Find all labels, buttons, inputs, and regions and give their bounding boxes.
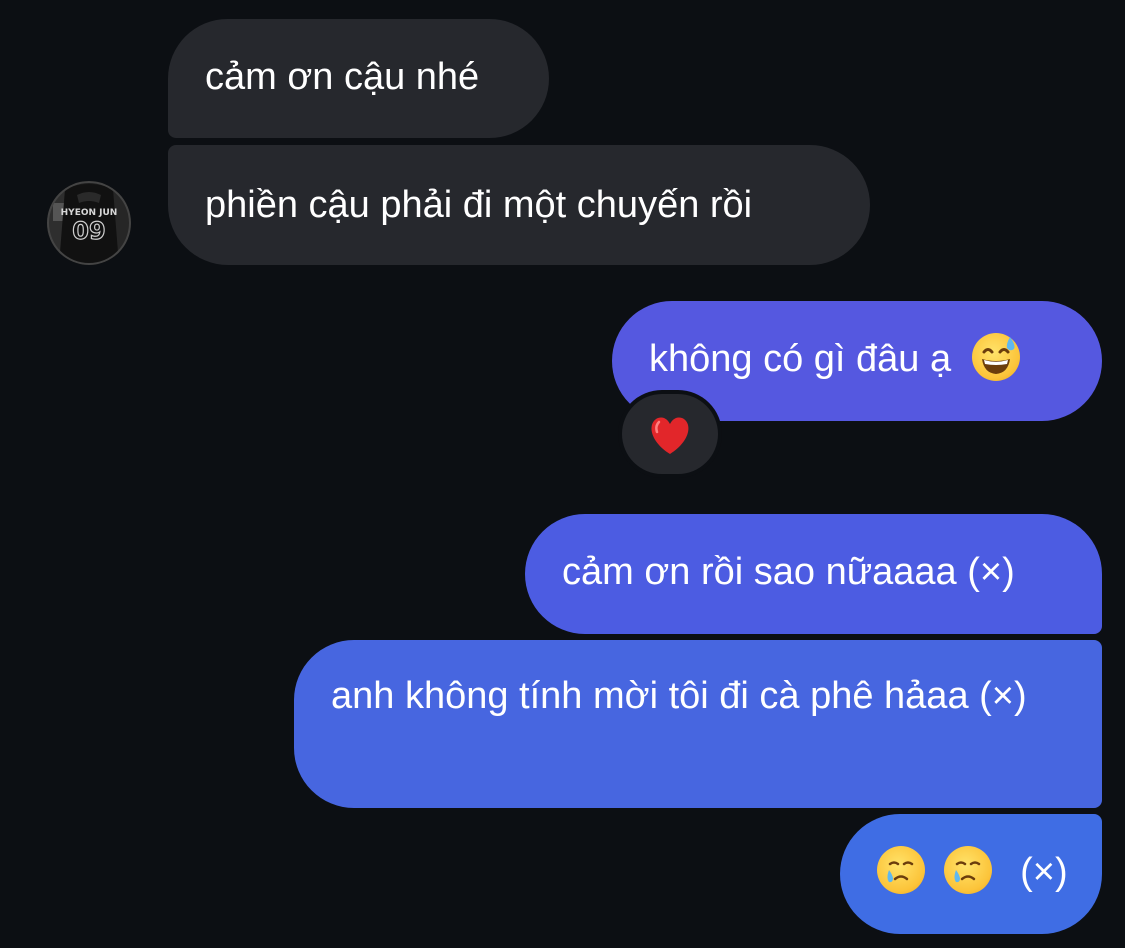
message-reaction[interactable] xyxy=(622,394,718,474)
message-text: anh không tính mời tôi đi cà phê hảaa (×… xyxy=(331,675,1027,717)
avatar-ring xyxy=(47,181,131,265)
message-text: không có gì đâu ạ xyxy=(649,338,952,380)
red-heart-icon xyxy=(651,417,689,454)
avatar[interactable]: HYEON JUN 09 xyxy=(47,181,131,265)
outgoing-message-bubble[interactable]: cảm ơn rồi sao nữaaaa (×) xyxy=(525,514,1102,634)
chat-thread: cảm ơn cậu nhé phiền cậu phải đi một chu… xyxy=(0,0,1125,948)
message-text: (×) xyxy=(1020,851,1068,893)
message-text: phiền cậu phải đi một chuyến rồi xyxy=(205,184,753,226)
message-text: cảm ơn cậu nhé xyxy=(205,56,480,98)
grinning-face-with-sweat-icon xyxy=(971,333,1020,381)
face-holding-back-tears-icon xyxy=(943,846,992,894)
face-holding-back-tears-icon xyxy=(877,846,925,894)
outgoing-message-bubble[interactable]: (×) xyxy=(840,814,1102,934)
incoming-message-bubble[interactable]: phiền cậu phải đi một chuyến rồi xyxy=(168,145,870,265)
incoming-message-bubble[interactable]: cảm ơn cậu nhé xyxy=(168,19,549,138)
outgoing-message-bubble[interactable]: anh không tính mời tôi đi cà phê hảaa (×… xyxy=(294,640,1102,808)
message-text: cảm ơn rồi sao nữaaaa (×) xyxy=(562,551,1015,593)
